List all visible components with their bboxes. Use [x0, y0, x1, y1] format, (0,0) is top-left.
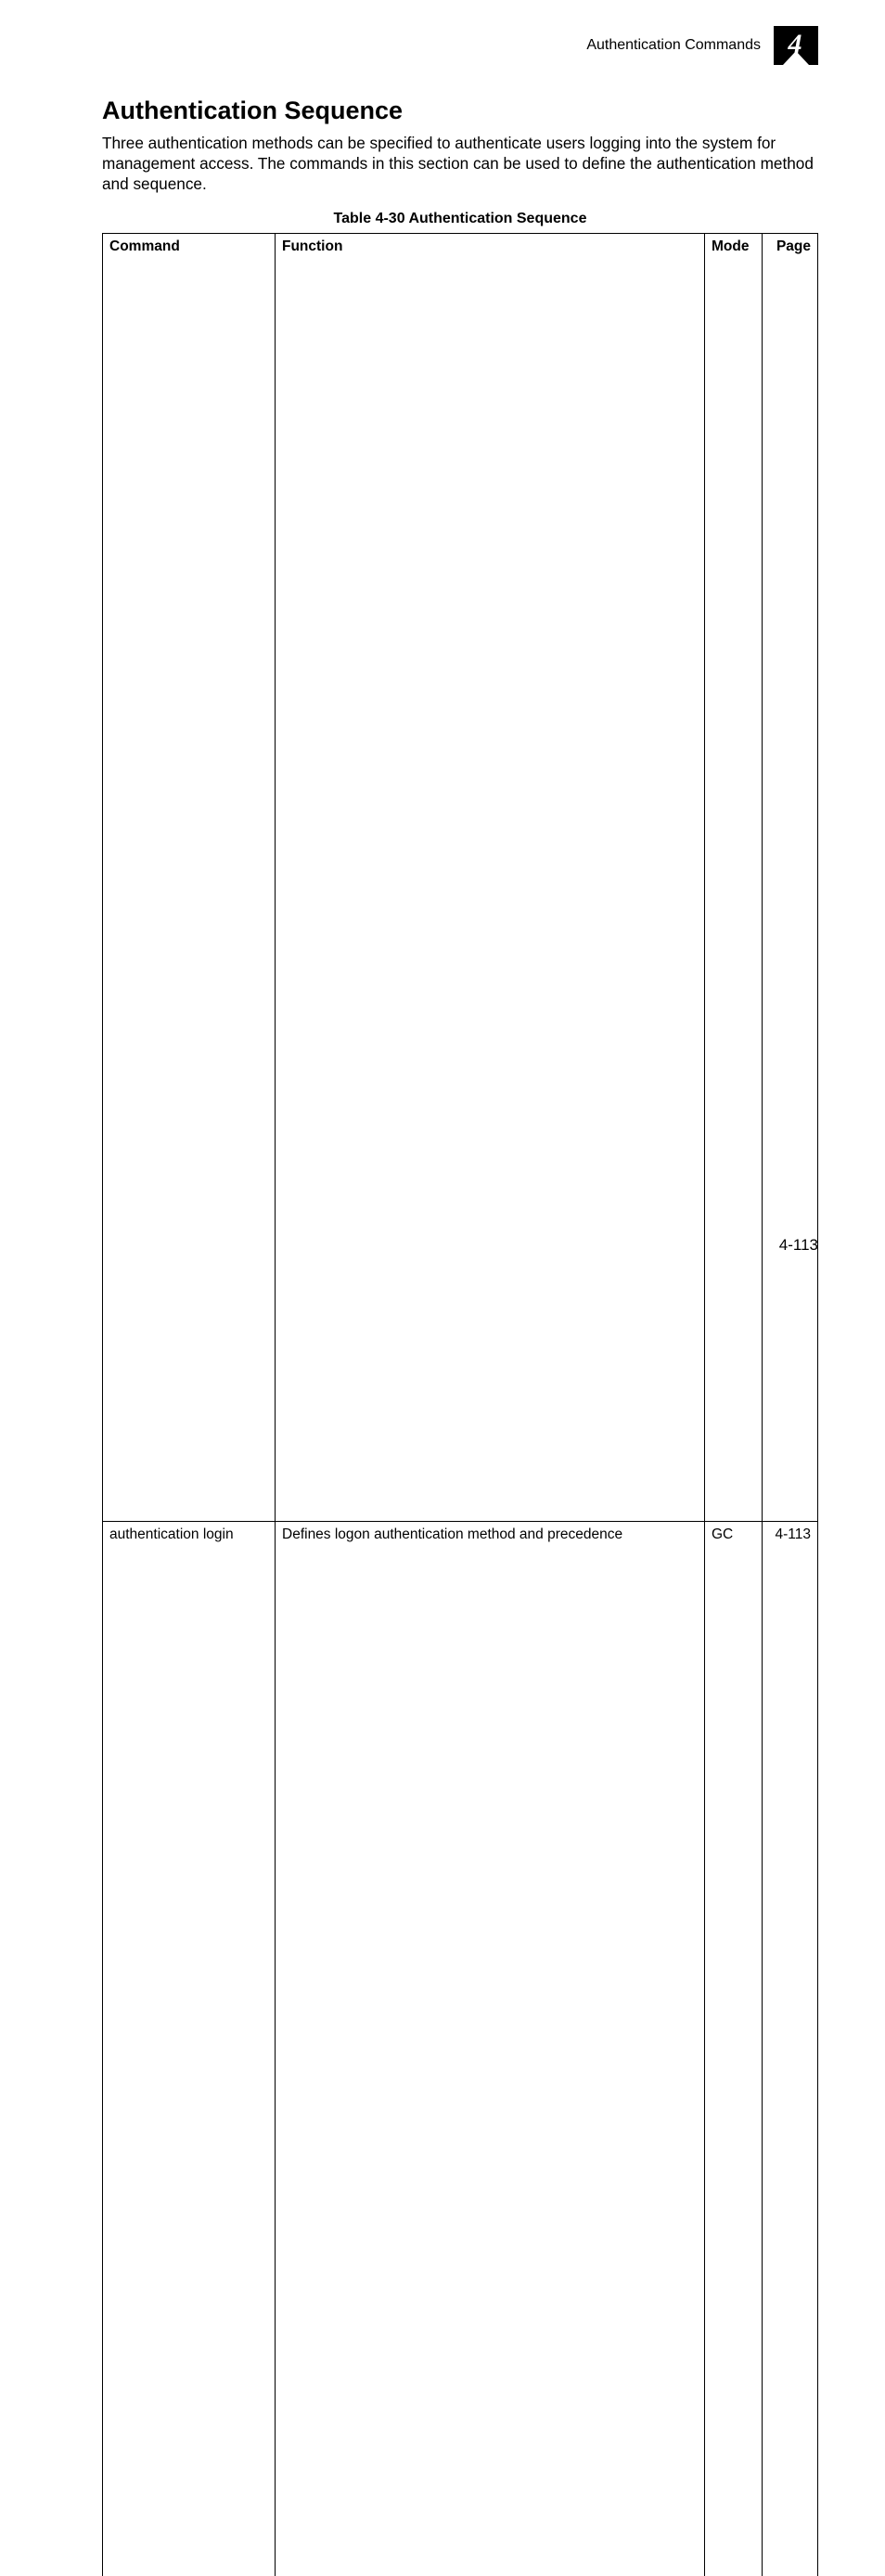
chapter-number: 4 [789, 29, 804, 63]
col-function: Function [276, 234, 705, 1522]
running-header-text: Authentication Commands [586, 37, 761, 54]
cell-command: authentication login [103, 1522, 276, 2576]
page-number: 4-113 [779, 1236, 818, 1255]
cell-page: 4-113 [763, 1522, 818, 2576]
running-header: Authentication Commands 4 [102, 26, 818, 65]
col-command: Command [103, 234, 276, 1522]
cell-function: Defines logon authentication method and … [276, 1522, 705, 2576]
table-row: authentication login Defines logon authe… [103, 1522, 818, 2576]
col-mode: Mode [705, 234, 763, 1522]
table-header-row: Command Function Mode Page [103, 234, 818, 1522]
chapter-badge: 4 [774, 26, 818, 65]
col-page: Page [763, 234, 818, 1522]
cell-mode: GC [705, 1522, 763, 2576]
auth-sequence-table: Command Function Mode Page authenticatio… [102, 233, 818, 2576]
section-title: Authentication Sequence [102, 97, 818, 125]
section-intro: Three authentication methods can be spec… [102, 133, 818, 194]
table-caption: Table 4-30 Authentication Sequence [102, 211, 818, 227]
